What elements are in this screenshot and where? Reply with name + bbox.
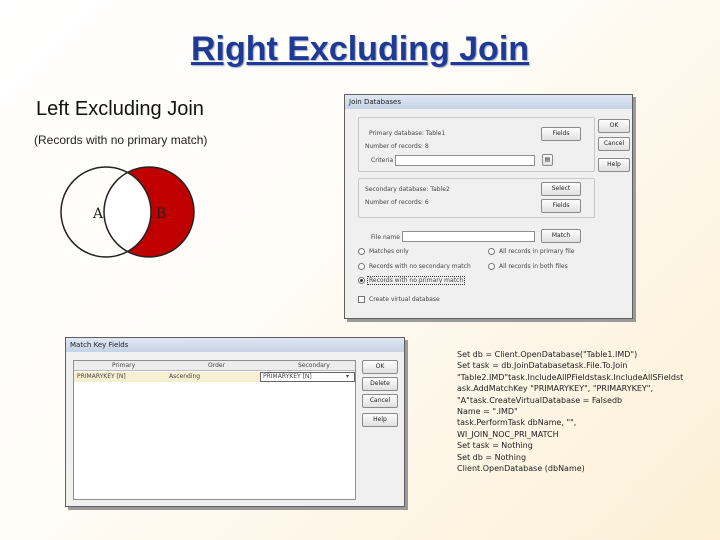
code-line: Client.OpenDatabase (dbName) [457,464,585,474]
cell-order: Ascending [169,373,201,380]
code-line: task.PerformTask dbName, "", [457,418,577,428]
create-virtual-db-label: Create virtual database [369,296,440,303]
secondary-select[interactable]: PRIMARYKEY [N] ▾ [260,372,355,382]
cell-primary: PRIMARYKEY [N] [77,373,126,380]
primary-fields-button[interactable]: Fields [541,127,581,141]
header-secondary: Secondary [298,362,330,369]
match-key-fields-dialog: Match Key Fields Primary Order Secondary… [65,337,405,507]
criteria-label: Criteria [371,157,394,164]
option-all-both-label: All records in both files [499,263,568,270]
code-line: "A"task.CreateVirtualDatabase = Falsedb [457,395,623,405]
cell-secondary: PRIMARYKEY [N] [263,373,312,380]
option-no-primary-label: Records with no primary match [367,276,466,285]
join-dialog-title: Join Databases [345,95,632,109]
code-line: ask.AddMatchKey "PRIMARYKEY", "PRIMARYKE… [457,384,654,394]
header-order: Order [208,362,226,369]
venn-label-b: B [156,206,166,222]
slide-title: Right Excluding Join [190,30,530,68]
option-all-primary-label: All records in primary file [499,248,575,255]
radio-no-primary-match[interactable] [358,277,365,284]
file-name-label: File name [371,234,400,241]
radio-all-both[interactable] [488,263,495,270]
match-table: Primary Order Secondary PRIMARYKEY [N] A… [73,360,356,500]
code-line: WI_JOIN_NOC_PRI_MATCH [457,429,559,439]
match-help-button[interactable]: Help [362,413,398,427]
venn-label-a: A [92,206,104,222]
option-matches-only-label: Matches only [369,248,409,255]
secondary-db-label: Secondary database: Table2 [365,186,450,193]
radio-no-secondary-match[interactable] [358,263,365,270]
radio-matches-only[interactable] [358,248,365,255]
secondary-fields-button[interactable]: Fields [541,199,581,213]
table-header: Primary Order Secondary [74,361,355,371]
file-name-input[interactable] [402,231,535,242]
join-databases-dialog: Join Databases Primary database: Table1 … [344,94,633,319]
primary-db-label: Primary database: Table1 [369,130,446,137]
slide-subtitle: Left Excluding Join [36,98,204,120]
code-snippet: Set db = Client.OpenDatabase("Table1.IMD… [457,349,707,474]
primary-records-label: Number of records: 8 [365,143,429,150]
code-line: Set task = db.JoinDatabasetask.File.To.J… [457,361,628,371]
code-line: Set task = Nothing [457,441,533,451]
table-row[interactable]: PRIMARYKEY [N] Ascending PRIMARYKEY [N] … [74,372,355,382]
match-ok-button[interactable]: OK [362,360,398,374]
radio-all-primary[interactable] [488,248,495,255]
secondary-records-label: Number of records: 6 [365,199,429,206]
match-delete-button[interactable]: Delete [362,377,398,391]
criteria-input[interactable] [395,155,535,166]
venn-diagram: A B [60,166,195,258]
criteria-editor-button[interactable]: ▤ [542,154,553,166]
match-button[interactable]: Match [541,229,581,243]
match-dialog-title: Match Key Fields [66,338,404,352]
code-line: "Table2.IMD"task.IncludeAllPFieldstask.I… [457,372,684,382]
create-virtual-db-checkbox[interactable] [358,296,365,303]
cancel-button[interactable]: Cancel [598,137,630,151]
code-line: Set db = Nothing [457,452,527,462]
match-cancel-button[interactable]: Cancel [362,394,398,408]
help-button[interactable]: Help [598,158,630,172]
option-no-secondary-label: Records with no secondary match [369,263,471,270]
code-line: Name = ".IMD" [457,407,518,417]
code-line: Set db = Client.OpenDatabase("Table1.IMD… [457,350,638,359]
header-primary: Primary [112,362,136,369]
ok-button[interactable]: OK [598,119,630,133]
select-button[interactable]: Select [541,182,581,196]
slide-caption: (Records with no primary match) [34,133,208,147]
chevron-down-icon: ▾ [346,373,350,380]
